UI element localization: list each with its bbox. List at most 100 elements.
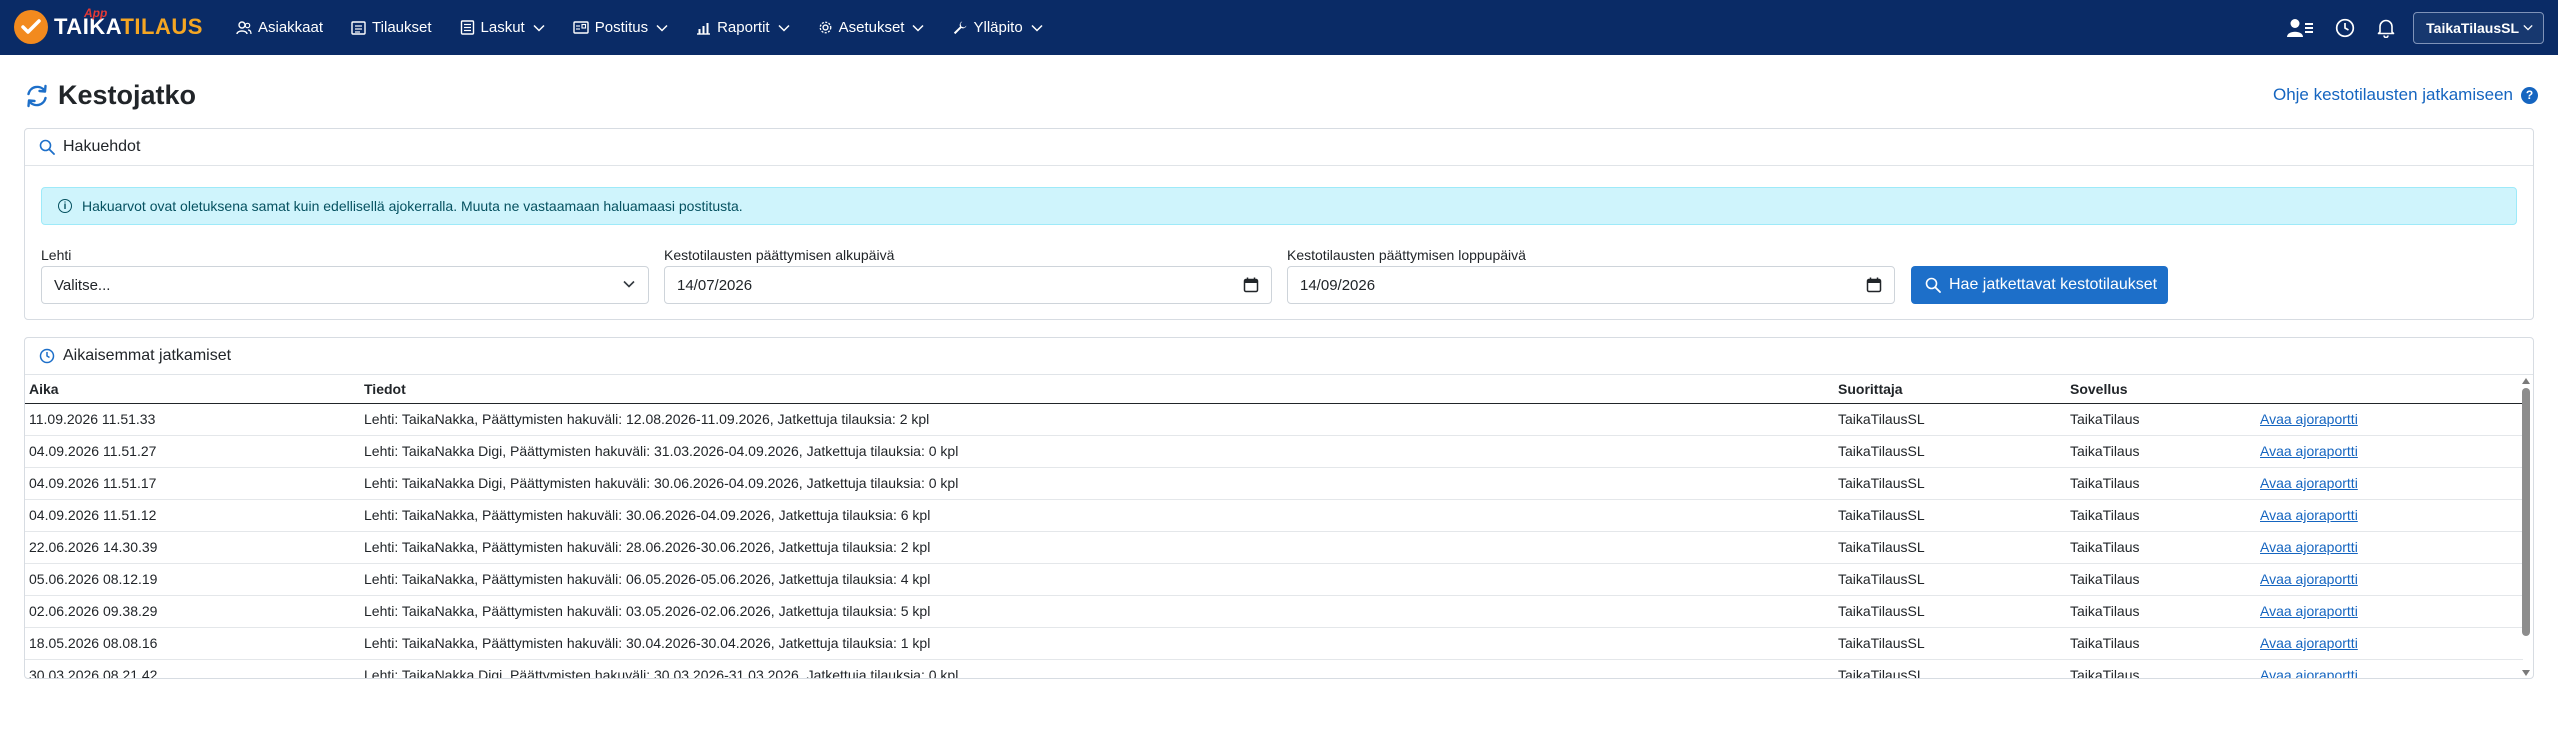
scroll-down-arrow-icon[interactable] [2522,670,2530,676]
invoice-icon [460,20,474,35]
open-report-link[interactable]: Avaa ajoraportti [2260,411,2358,427]
lehti-select-value: Valitse... [54,276,111,294]
nav-item-label: Laskut [480,19,525,36]
main-nav: Asiakkaat Tilaukset Laskut Postitus Rapo… [236,0,1071,55]
nav-item-label: Raportit [717,19,770,36]
chevron-down-icon [623,280,635,288]
cell-suorittaja: TaikaTilausSL [1834,467,2066,500]
open-report-link[interactable]: Avaa ajoraportti [2260,603,2358,619]
notifications-button[interactable] [2377,18,2395,38]
chevron-down-icon [778,24,790,32]
table-row: 22.06.2026 14.30.39 Lehti: TaikaNakka, Pä… [25,531,2523,564]
start-date-input[interactable]: 14/07/2026 [664,266,1272,304]
nav-item-asetukset[interactable]: Asetukset [818,0,925,55]
nav-item-asiakkaat[interactable]: Asiakkaat [236,0,323,55]
cell-tiedot: Lehti: TaikaNakka Digi, Päättymisten hak… [360,659,1834,678]
cell-aika: 11.09.2026 11.51.33 [25,403,360,436]
column-header-sovellus[interactable]: Sovellus [2066,376,2256,404]
chevron-down-icon [2523,24,2533,31]
history-table-scroll[interactable]: Aika Tiedot Suorittaja Sovellus 11.09.20… [25,376,2523,678]
table-row: 02.06.2026 09.38.29 Lehti: TaikaNakka, Pä… [25,595,2523,628]
cell-aika: 05.06.2026 08.12.19 [25,563,360,596]
cell-suorittaja: TaikaTilausSL [1834,499,2066,532]
cell-sovellus: TaikaTilaus [2066,531,2256,564]
open-report-link[interactable]: Avaa ajoraportti [2260,507,2358,523]
cell-suorittaja: TaikaTilausSL [1834,659,2066,678]
cell-sovellus: TaikaTilaus [2066,435,2256,468]
app-logo[interactable]: TAIKATILAUS App [14,6,203,45]
cell-tiedot: Lehti: TaikaNakka, Päättymisten hakuväli… [360,627,1834,660]
logo-mark-icon [14,10,48,44]
help-link[interactable]: Ohje kestotilausten jatkamiseen ? [2273,85,2538,105]
cell-tiedot: Lehti: TaikaNakka Digi, Päättymisten hak… [360,467,1834,500]
logo-wordmark: TAIKATILAUS [54,16,203,38]
table-row: 30.03.2026 08.21.42 Lehti: TaikaNakka Dig… [25,659,2523,678]
nav-item-raportit[interactable]: Raportit [696,0,790,55]
nav-item-label: Ylläpito [973,19,1023,36]
lehti-select[interactable]: Valitse... [41,266,649,304]
cell-suorittaja: TaikaTilausSL [1834,531,2066,564]
table-row: 04.09.2026 11.51.12 Lehti: TaikaNakka, Pä… [25,499,2523,532]
cell-action: Avaa ajoraportti [2256,403,2523,436]
chevron-down-icon [912,24,925,32]
open-report-link[interactable]: Avaa ajoraportti [2260,539,2358,555]
cell-action: Avaa ajoraportti [2256,531,2523,564]
table-header-row: Aika Tiedot Suorittaja Sovellus [25,376,2523,404]
help-link-label: Ohje kestotilausten jatkamiseen [2272,85,2513,104]
users-icon [236,20,252,34]
table-row: 04.09.2026 11.51.17 Lehti: TaikaNakka Dig… [25,467,2523,500]
clock-icon [39,348,55,364]
wrench-icon [954,21,968,35]
cell-sovellus: TaikaTilaus [2066,467,2256,500]
calendar-icon[interactable] [1866,277,1882,293]
column-header-aika[interactable]: Aika [25,376,360,404]
cell-suorittaja: TaikaTilausSL [1834,595,2066,628]
cell-tiedot: Lehti: TaikaNakka, Päättymisten hakuväli… [360,595,1834,628]
cell-sovellus: TaikaTilaus [2066,563,2256,596]
search-icon [1925,277,1941,293]
cell-aika: 30.03.2026 08.21.42 [25,659,360,678]
nav-item-yllapito[interactable]: Ylläpito [952,0,1043,55]
info-icon: i [58,199,72,213]
open-report-link[interactable]: Avaa ajoraportti [2260,475,2358,491]
end-date-input[interactable]: 14/09/2026 [1287,266,1895,304]
cell-sovellus: TaikaTilaus [2066,403,2256,436]
cell-sovellus: TaikaTilaus [2066,499,2256,532]
table-row: 05.06.2026 08.12.19 Lehti: TaikaNakka, Pä… [25,563,2523,596]
cell-action: Avaa ajoraportti [2256,627,2523,660]
search-renewals-button[interactable]: Hae jatkettavat kestotilaukset [1911,266,2168,304]
cell-action: Avaa ajoraportti [2256,435,2523,468]
nav-item-tilaukset[interactable]: Tilaukset [351,0,432,55]
nav-item-label: Asiakkaat [258,19,324,36]
cell-tiedot: Lehti: TaikaNakka, Päättymisten hakuväli… [360,531,1834,564]
calendar-icon[interactable] [1243,277,1259,293]
page-header: Kestojatko [24,80,196,111]
open-report-link[interactable]: Avaa ajoraportti [2260,667,2358,678]
open-report-link[interactable]: Avaa ajoraportti [2260,443,2358,459]
history-table: Aika Tiedot Suorittaja Sovellus 11.09.20… [25,376,2523,678]
user-menu-button[interactable]: TaikaTilausSL [2413,11,2544,44]
nav-item-postitus[interactable]: Postitus [573,0,668,55]
cell-aika: 04.09.2026 11.51.17 [25,467,360,500]
scroll-up-arrow-icon[interactable] [2522,378,2530,384]
nav-item-laskut[interactable]: Laskut [460,0,545,55]
scrollbar-thumb[interactable] [2522,388,2530,636]
info-alert-text: Hakuarvot ovat oletuksena samat kuin ede… [82,198,743,214]
column-header-tiedot[interactable]: Tiedot [360,376,1834,404]
cell-action: Avaa ajoraportti [2256,563,2523,596]
table-row: 04.09.2026 11.51.27 Lehti: TaikaNakka Dig… [25,435,2523,468]
cell-sovellus: TaikaTilaus [2066,659,2256,678]
postage-icon [573,21,589,34]
cell-tiedot: Lehti: TaikaNakka Digi, Päättymisten hak… [360,435,1834,468]
open-report-link[interactable]: Avaa ajoraportti [2260,571,2358,587]
table-scrollbar[interactable] [2521,378,2531,676]
history-button[interactable] [2335,18,2355,38]
gear-icon [819,21,832,34]
cell-tiedot: Lehti: TaikaNakka, Päättymisten hakuväli… [360,403,1834,436]
column-header-suorittaja[interactable]: Suorittaja [1834,376,2066,404]
start-date-value: 14/07/2026 [677,276,753,294]
history-card-header: Aikaisemmat jatkamiset [25,338,2533,375]
user-list-button[interactable] [2287,18,2314,38]
open-report-link[interactable]: Avaa ajoraportti [2260,635,2358,651]
nav-item-label: Tilaukset [372,19,432,36]
